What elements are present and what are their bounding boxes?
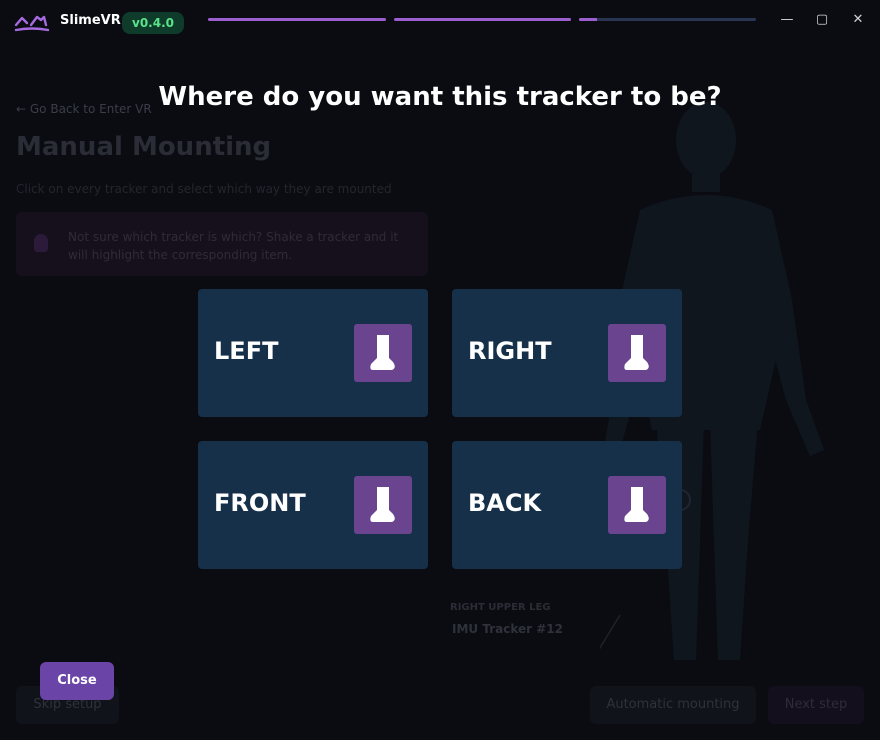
foot-icon	[624, 335, 649, 370]
progress-step-3	[579, 18, 756, 21]
tracker-location-label: RIGHT UPPER LEG	[450, 602, 551, 613]
maximize-button[interactable]: ▢	[810, 10, 834, 30]
close-button[interactable]: Close	[40, 662, 114, 700]
slimevr-logo	[14, 15, 50, 32]
option-label: FRONT	[214, 489, 306, 517]
automatic-mounting-button[interactable]: Automatic mounting	[590, 686, 756, 724]
option-icon-box	[354, 476, 412, 534]
foot-icon	[624, 487, 649, 522]
version-badge: v0.4.0	[122, 12, 184, 34]
foot-icon	[370, 487, 395, 522]
option-right-button[interactable]: RIGHT	[452, 289, 682, 417]
lightbulb-icon	[34, 234, 48, 252]
option-label: BACK	[468, 489, 542, 517]
title-bar: SlimeVR v0.4.0 — ▢ ✕	[0, 0, 880, 40]
option-back-button[interactable]: BACK	[452, 441, 682, 569]
tip-box: Not sure which tracker is which? Shake a…	[16, 212, 428, 276]
progress-fill	[579, 18, 597, 21]
progress-step-2	[394, 18, 571, 21]
option-left-button[interactable]: LEFT	[198, 289, 428, 417]
option-icon-box	[354, 324, 412, 382]
tracker-name-label: IMU Tracker #12	[452, 622, 563, 636]
page-title: Manual Mounting	[16, 132, 272, 162]
tip-text: Not sure which tracker is which? Shake a…	[68, 230, 399, 262]
progress-step-1	[208, 18, 386, 21]
option-label: RIGHT	[468, 337, 552, 365]
progress-fill	[208, 18, 386, 21]
minimize-button[interactable]: —	[775, 10, 799, 30]
foot-icon	[370, 335, 395, 370]
app-name: SlimeVR	[60, 13, 121, 28]
modal-title: Where do you want this tracker to be?	[158, 82, 722, 112]
next-step-button[interactable]: Next step	[768, 686, 864, 724]
progress-fill	[394, 18, 571, 21]
page-description: Click on every tracker and select which …	[16, 182, 392, 196]
background-page: ← Go Back to Enter VR Manual Mounting Cl…	[0, 40, 880, 740]
option-front-button[interactable]: FRONT	[198, 441, 428, 569]
option-icon-box	[608, 476, 666, 534]
option-label: LEFT	[214, 337, 279, 365]
option-icon-box	[608, 324, 666, 382]
close-window-button[interactable]: ✕	[846, 10, 870, 30]
